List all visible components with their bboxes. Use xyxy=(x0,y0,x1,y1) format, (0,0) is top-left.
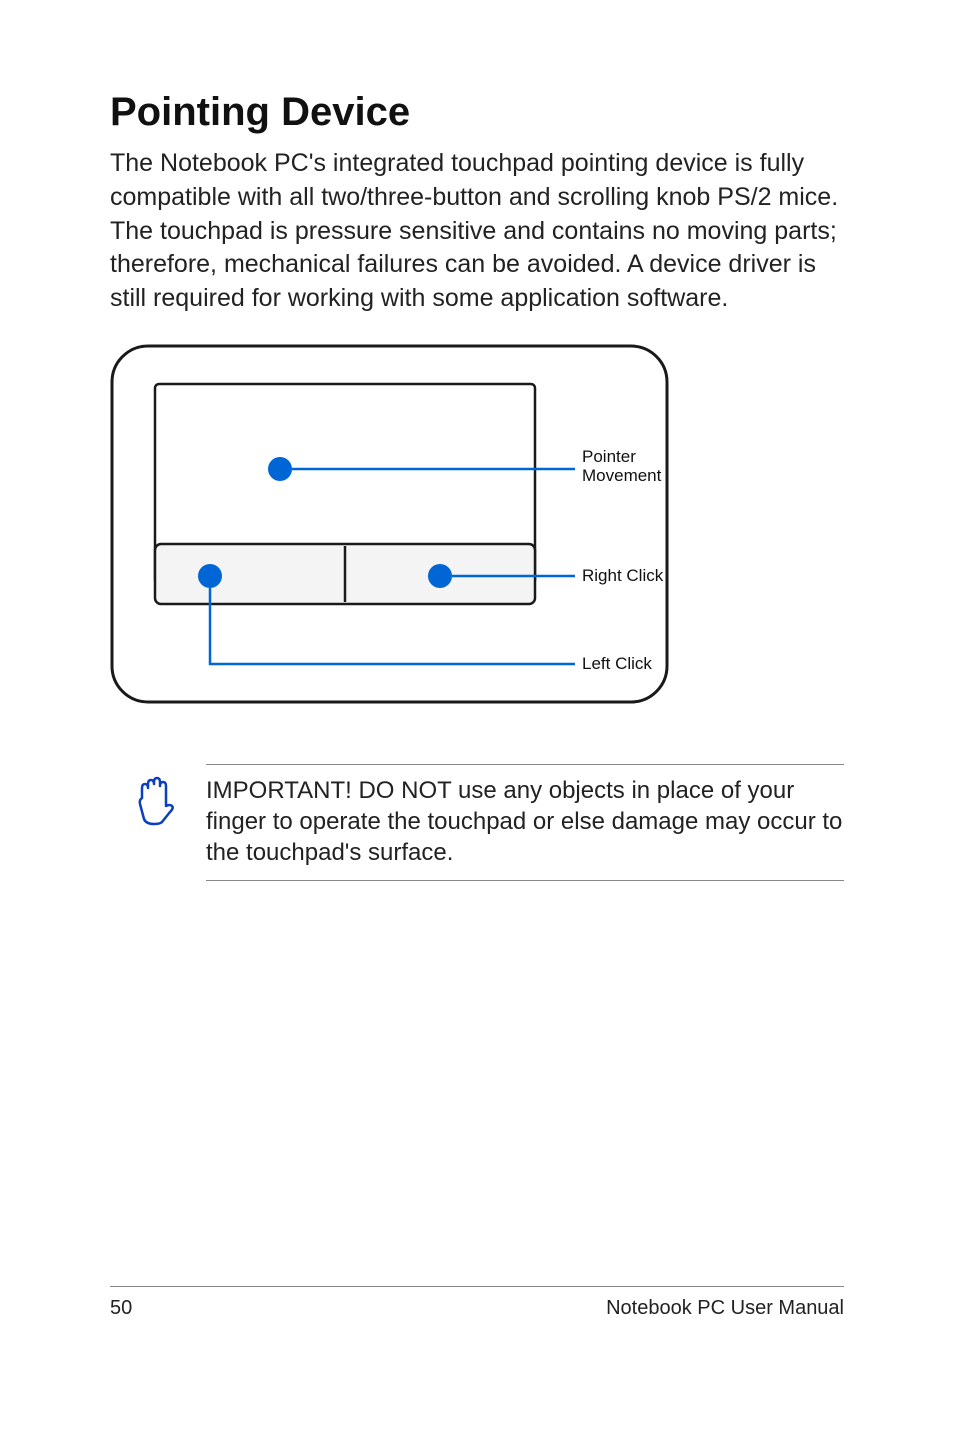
page-number: 50 xyxy=(110,1297,132,1320)
page: Pointing Device The Notebook PC's integr… xyxy=(0,0,954,1438)
touchpad-diagram-svg: Pointer Movement Right Click Left Click xyxy=(110,344,850,704)
touchpad-diagram: Pointer Movement Right Click Left Click xyxy=(110,344,844,709)
right-click-dot xyxy=(428,564,452,588)
notice-text-column: IMPORTANT! DO NOT use any objects in pla… xyxy=(206,764,844,882)
important-notice: IMPORTANT! DO NOT use any objects in pla… xyxy=(132,764,844,882)
left-click-label: Left Click xyxy=(582,654,652,673)
intro-paragraph: The Notebook PC's integrated touchpad po… xyxy=(110,147,844,316)
pointer-movement-label-line1: Pointer xyxy=(582,447,636,466)
pointer-dot xyxy=(268,457,292,481)
manual-title: Notebook PC User Manual xyxy=(606,1297,844,1320)
pointer-movement-label-line2: Movement xyxy=(582,466,662,485)
notice-text: IMPORTANT! DO NOT use any objects in pla… xyxy=(206,775,844,869)
notice-icon-column xyxy=(132,764,178,831)
right-click-label: Right Click xyxy=(582,566,664,585)
touchpad-outline xyxy=(112,346,667,702)
left-click-dot xyxy=(198,564,222,588)
page-footer: 50 Notebook PC User Manual xyxy=(110,1286,844,1320)
hand-stop-icon xyxy=(132,774,178,826)
section-title: Pointing Device xyxy=(110,90,844,135)
